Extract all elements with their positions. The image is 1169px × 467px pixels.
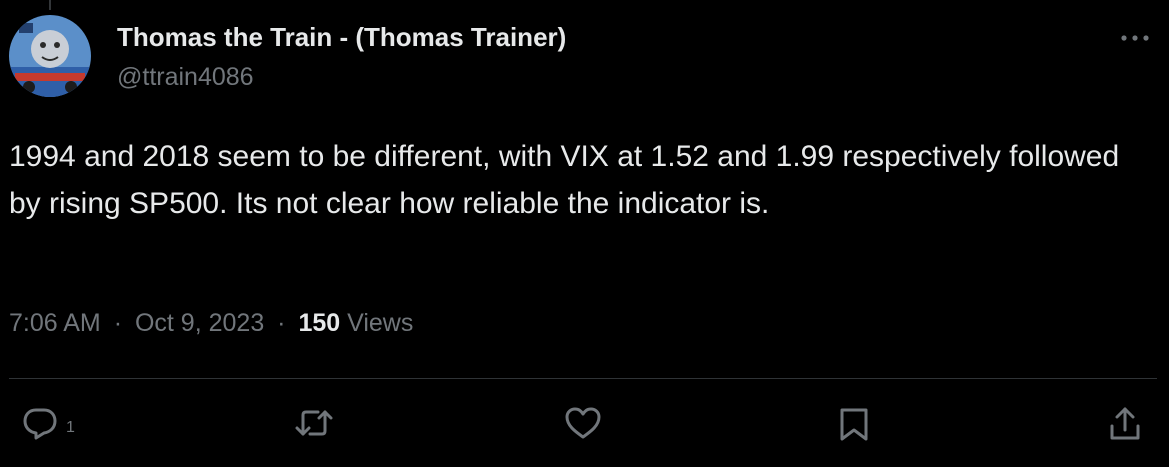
reply-count: 1 [66, 419, 75, 436]
share-button[interactable] [1108, 406, 1142, 442]
share-icon [1110, 407, 1140, 440]
meta-separator: · [113, 309, 123, 337]
avatar[interactable] [9, 15, 91, 97]
tweet-date[interactable]: Oct 9, 2023 [135, 309, 264, 337]
reply-button[interactable]: 1 [22, 406, 75, 440]
more-horizontal-icon [1121, 35, 1149, 41]
tweet-text: 1994 and 2018 seem to be different, with… [9, 140, 1120, 220]
author-handle[interactable]: @ttrain4086 [117, 60, 566, 94]
more-options-button[interactable] [1115, 26, 1155, 50]
retweet-icon [295, 410, 333, 436]
tweet-author: Thomas the Train - (Thomas Trainer) @ttr… [117, 20, 566, 94]
tweet-time[interactable]: 7:06 AM [9, 309, 101, 337]
like-button[interactable] [564, 406, 602, 440]
divider [9, 378, 1157, 379]
bookmark-icon [840, 408, 868, 441]
author-display-name[interactable]: Thomas the Train - (Thomas Trainer) [117, 20, 566, 54]
views-label: Views [347, 309, 414, 337]
reply-icon [23, 408, 57, 440]
views-count[interactable]: 150 [298, 309, 340, 337]
retweet-button[interactable] [294, 406, 334, 440]
meta-separator: · [277, 309, 286, 337]
bookmark-button[interactable] [838, 406, 870, 442]
thread-connector-line [49, 0, 51, 10]
heart-icon [565, 407, 601, 439]
avatar-image [9, 15, 91, 97]
tweet-metadata: 7:06 AM · Oct 9, 2023 · 150 Views [9, 306, 413, 340]
